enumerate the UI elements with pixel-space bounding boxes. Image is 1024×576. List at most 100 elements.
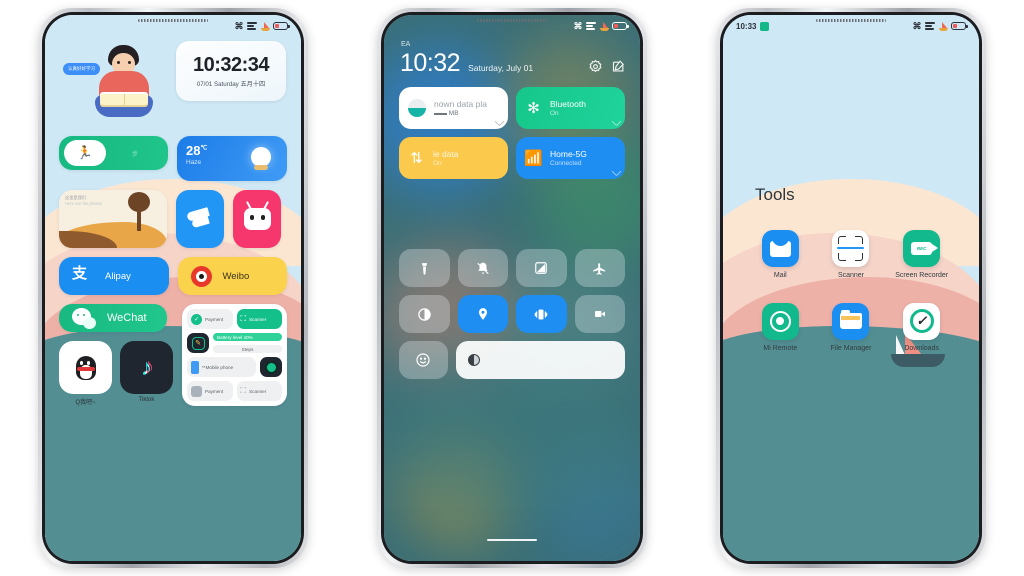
brightness-slider[interactable] [455, 341, 625, 379]
folder-title: Tools [755, 185, 795, 204]
folder-app-file-manager[interactable]: File Manager [821, 302, 881, 354]
edit-icon[interactable] [611, 59, 626, 74]
data-usage-icon [408, 99, 426, 117]
expand-corner-icon[interactable] [611, 116, 622, 127]
tile-wifi[interactable]: 📶 Home-5G Connected [516, 137, 625, 179]
toggle-vibrate[interactable] [516, 295, 567, 333]
app-label: Q我吧~ [75, 400, 96, 406]
scan-icon: ⛶ [240, 386, 247, 395]
app-tiktok[interactable]: ♪ Tiktok [120, 341, 173, 406]
carrier-label: EA [401, 41, 411, 48]
app-label: Tiktok [138, 397, 155, 403]
photo-caption-en: Here are the photos [65, 201, 103, 206]
battery-icon [951, 22, 968, 30]
toggle-airplane-mode[interactable] [574, 249, 625, 287]
shortcut-mobile-phone[interactable]: **Mobile phone [187, 357, 256, 377]
folder-app-screen-recorder[interactable]: REC Screen Recorder [892, 230, 952, 281]
bluetooth-icon: ⌘ [912, 20, 922, 31]
toggle-screen-recorder[interactable] [574, 295, 625, 333]
control-center-header: 10:32 Saturday, July 01 [400, 51, 626, 76]
app-icon-bilibili[interactable] [233, 190, 281, 248]
remote-control-icon [761, 302, 799, 340]
shortcuts-widget[interactable]: ✓ Payment ⛶ Scanner ✎ Battery level 40% St… [182, 304, 287, 406]
app-alipay[interactable]: 支 Alipay [59, 257, 169, 295]
app-label: Screen Recorder [895, 272, 949, 279]
phone-mockup-home-screen: ⌘ 认真好好学习 10:32:34 07/01 Saturday 五月十四 🏃 … [38, 8, 308, 568]
vibrate-icon [535, 309, 548, 319]
toggle-mood[interactable] [399, 341, 448, 379]
expand-corner-icon[interactable] [611, 166, 622, 177]
app-weibo[interactable]: Weibo [177, 257, 287, 295]
shortcut-camera[interactable] [260, 357, 282, 377]
earpiece-speaker [816, 19, 886, 22]
phone3-screen: 10:33 ⌘ Tools Mail Scanner REC Screen Re… [723, 15, 979, 561]
weather-unit: ℃ [200, 145, 208, 152]
phone3-bezel: 10:33 ⌘ Tools Mail Scanner REC Screen Re… [720, 12, 982, 564]
shortcut-notes[interactable]: ✎ [187, 333, 209, 353]
tile-data-plan[interactable]: nown data pla ▬▬ MB [399, 87, 508, 129]
shortcut-scanner-2[interactable]: ⛶ Scanner [236, 381, 282, 401]
mail-icon [761, 230, 799, 267]
scene-canvas: ⌘ 认真好好学习 10:32:34 07/01 Saturday 五月十四 🏃 … [0, 0, 1024, 576]
tile-sub: Connected [550, 160, 582, 167]
earpiece-speaker [477, 19, 547, 22]
toggle-flashlight[interactable] [399, 249, 450, 287]
signal-icon [586, 22, 596, 30]
tile-title: le data [433, 149, 459, 159]
home-indicator[interactable] [487, 538, 537, 541]
folder-app-mail[interactable]: Mail [750, 230, 810, 281]
clock-date: 07/01 Saturday 五月十四 [196, 81, 266, 88]
tile-sub: On [433, 160, 442, 167]
check-icon: ✓ [191, 313, 202, 325]
wechat-icon [72, 307, 96, 329]
shortcut-payment-2[interactable]: Payment [187, 381, 233, 401]
weather-widget[interactable]: 28℃ Haze [177, 136, 287, 181]
app-wechat[interactable]: WeChat [59, 304, 167, 332]
folder-icon [832, 302, 870, 340]
weather-condition: Haze [186, 159, 202, 166]
folder-app-downloads[interactable]: ✓ Downloads [892, 302, 952, 354]
toggle-dark-mode[interactable] [399, 295, 450, 333]
boat-icon [938, 21, 948, 31]
wing-icon [187, 208, 213, 230]
folder-app-mi-remote[interactable]: Mi Remote [750, 302, 810, 354]
app-label: WeChat [107, 312, 147, 324]
app-label: File Manager [830, 344, 872, 352]
cc-date: Saturday, July 01 [468, 63, 534, 73]
expand-corner-icon[interactable] [494, 116, 505, 127]
screenshot-icon [535, 262, 548, 274]
clock-widget[interactable]: 10:32:34 07/01 Saturday 五月十四 [176, 41, 286, 101]
app-label: Downloads [904, 344, 939, 352]
clock-time: 10:32:34 [192, 54, 270, 76]
signal-icon [925, 22, 935, 30]
shortcut-battery[interactable]: Battery level 40% [213, 333, 282, 341]
gear-icon[interactable] [588, 59, 603, 74]
speech-bubble: 认真好好学习 [63, 63, 100, 75]
shortcut-scanner[interactable]: ⛶ Scanner [236, 309, 282, 329]
running-icon: 🏃 [64, 140, 106, 166]
folder-app-scanner[interactable]: Scanner [821, 230, 881, 281]
phone1-screen: ⌘ 认真好好学习 10:32:34 07/01 Saturday 五月十四 🏃 … [45, 15, 301, 561]
shortcut-steps[interactable]: Steps [213, 345, 282, 353]
tiktok-icon: ♪ [120, 341, 173, 394]
qr-icon [191, 385, 202, 397]
tile-mobile-data[interactable]: ⇅ le data On [399, 137, 508, 179]
app-qq[interactable]: Q我吧~ [59, 341, 112, 406]
camera-icon [264, 360, 278, 374]
toggle-silent[interactable] [457, 249, 508, 287]
tile-bluetooth[interactable]: ✻ Bluetooth On [516, 87, 625, 129]
sun-icon [251, 147, 271, 170]
toggle-location[interactable] [457, 295, 508, 333]
toggle-screenshot[interactable] [516, 249, 567, 287]
app-icon-flight[interactable] [176, 190, 224, 248]
bluetooth-icon: ✻ [527, 100, 540, 117]
photo-widget[interactable]: 这里是我们 Here are the photos [59, 190, 167, 248]
tile-sub: ▬▬ MB [434, 110, 459, 117]
fitness-widget[interactable]: 🏃 步 [59, 136, 168, 170]
tile-title: nown data pla [434, 99, 487, 109]
shortcut-payment[interactable]: ✓ Payment [187, 309, 233, 329]
weibo-icon [190, 265, 212, 287]
phone1-bezel: ⌘ 认真好好学习 10:32:34 07/01 Saturday 五月十四 🏃 … [42, 12, 304, 564]
app-badge-icon [760, 21, 770, 31]
boat-icon [260, 21, 270, 31]
